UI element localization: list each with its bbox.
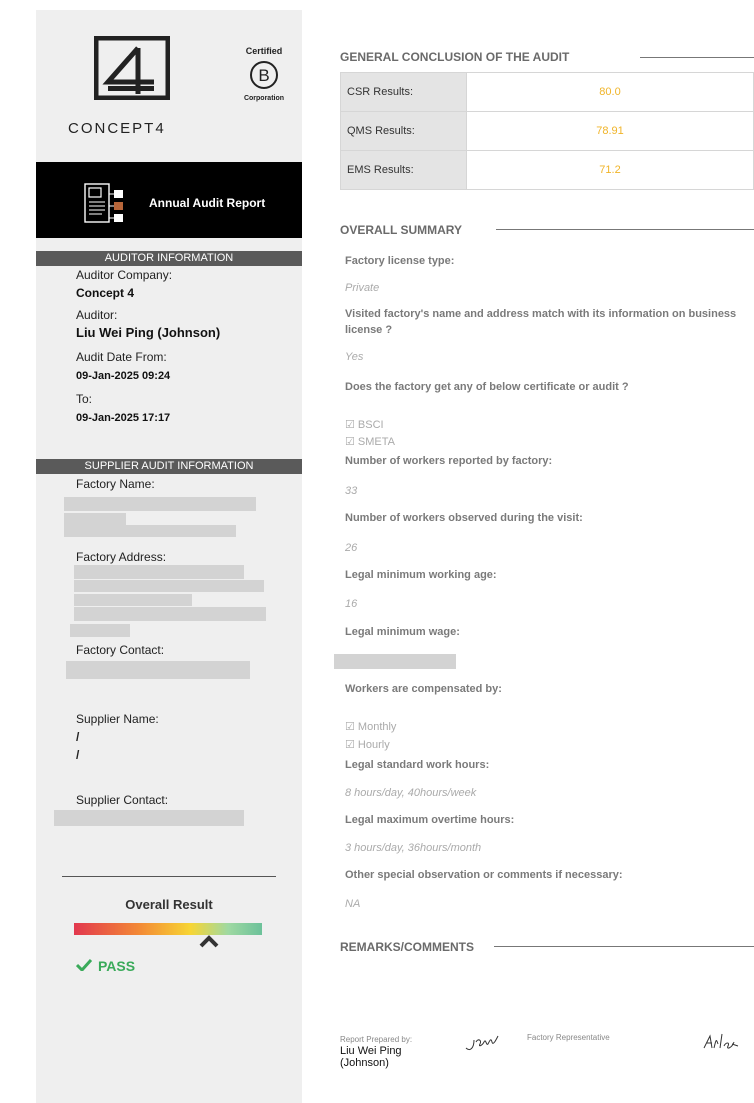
overall-result-pass: PASS (76, 958, 135, 974)
certificate-smeta: ☑ SMETA (345, 436, 395, 448)
answer-std-hours: 8 hours/day, 40hours/week (345, 787, 477, 799)
factory-name-label: Factory Name: (76, 477, 155, 491)
compensation-hourly: ☑ Hourly (345, 739, 390, 751)
answer-license-type: Private (345, 282, 380, 294)
redacted-factory-contact (66, 661, 250, 679)
question-min-age: Legal minimum working age: (345, 569, 497, 581)
report-document-icon (84, 183, 123, 223)
factory-address-label: Factory Address: (76, 550, 167, 564)
qms-results-value: 78.91 (466, 111, 754, 151)
bcorp-badge: Certified B Corporation (234, 46, 294, 102)
auditor-label: Auditor: (76, 308, 118, 322)
audit-date-to-label: To: (76, 392, 93, 406)
report-title: Annual Audit Report (149, 196, 266, 210)
question-workers-observed: Number of workers observed during the vi… (345, 512, 583, 524)
redacted-factory-address (74, 607, 266, 621)
ems-results-value: 71.2 (466, 150, 754, 190)
question-compensated-by: Workers are compensated by: (345, 683, 502, 695)
pass-text: PASS (98, 958, 136, 974)
sidebar-divider (62, 876, 276, 877)
redacted-factory-address (74, 580, 264, 592)
compensation-monthly: ☑ Monthly (345, 721, 397, 733)
auditor-signature-icon (465, 1035, 499, 1051)
auditor-value: Liu Wei Ping (Johnson) (76, 325, 221, 340)
question-max-overtime: Legal maximum overtime hours: (345, 814, 515, 826)
question-min-wage: Legal minimum wage: (345, 626, 460, 638)
heading-rule (494, 946, 754, 947)
supplier-name-label: Supplier Name: (76, 712, 159, 726)
prepared-by-name-line: (Johnson) (340, 1057, 389, 1069)
supplier-info-heading: SUPPLIER AUDIT INFORMATION (36, 459, 302, 474)
check-icon (76, 959, 92, 971)
bcorp-letter: B (258, 66, 269, 85)
answer-workers-reported: 33 (345, 485, 358, 497)
table-row: CSR Results: 80.0 (340, 72, 754, 112)
results-table: CSR Results: 80.0 QMS Results: 78.91 EMS… (340, 72, 754, 190)
auditor-company-value: Concept 4 (76, 286, 135, 300)
table-row: QMS Results: 78.91 (340, 111, 754, 151)
answer-name-address-match: Yes (345, 351, 364, 363)
csr-results-label: CSR Results: (340, 72, 467, 112)
redacted-factory-name (64, 497, 256, 511)
sidebar: CONCEPT4 Certified B Corporation Annual … (36, 10, 302, 1103)
redacted-factory-name (64, 525, 236, 537)
bcorp-corporation-text: Corporation (243, 95, 285, 102)
main-content: GENERAL CONCLUSION OF THE AUDIT CSR Resu… (334, 0, 754, 1103)
question-name-address-match: Visited factory's name and address match… (345, 308, 737, 336)
answer-other-observation: NA (345, 898, 361, 910)
audit-date-from-label: Audit Date From: (76, 350, 167, 364)
answer-min-age: 16 (345, 598, 358, 610)
question-std-hours: Legal standard work hours: (345, 759, 490, 771)
table-row: EMS Results: 71.2 (340, 150, 754, 190)
ems-results-label: EMS Results: (340, 150, 467, 190)
bcorp-certified-text: Certified (245, 46, 283, 56)
supplier-name-value: / (76, 748, 80, 762)
remarks-heading: REMARKS/COMMENTS (340, 940, 474, 954)
certificate-bsci: ☑ BSCI (345, 419, 384, 431)
question-other-observation: Other special observation or comments if… (345, 869, 623, 881)
overall-result-label: Overall Result (125, 897, 213, 912)
heading-rule (640, 57, 754, 58)
redacted-factory-address (74, 594, 192, 606)
concept4-logo-icon (94, 36, 170, 100)
redacted-factory-address (70, 624, 130, 637)
answer-workers-observed: 26 (345, 542, 358, 554)
supplier-contact-label: Supplier Contact: (76, 793, 169, 807)
auditor-info-heading: AUDITOR INFORMATION (36, 251, 302, 266)
gauge-marker-icon (199, 935, 219, 948)
answer-max-overtime: 3 hours/day, 36hours/month (345, 842, 482, 854)
audit-date-from-value: 09-Jan-2025 09:24 (76, 370, 171, 382)
report-banner: Annual Audit Report (36, 162, 302, 238)
summary-heading: OVERALL SUMMARY (340, 223, 463, 237)
question-certificate: Does the factory get any of below certif… (345, 381, 629, 393)
redacted-factory-address (74, 565, 244, 579)
prepared-by-name: Liu Wei Ping (Johnson) (340, 1045, 402, 1069)
question-license-type: Factory license type: (345, 255, 455, 267)
bcorp-b-icon: B (250, 61, 278, 89)
factory-signature-icon (703, 1033, 739, 1049)
logo-row: CONCEPT4 Certified B Corporation (36, 10, 302, 162)
auditor-company-label: Auditor Company: (76, 268, 173, 282)
prepared-by-label: Report Prepared by: (340, 1035, 413, 1044)
overall-result-gauge (74, 923, 262, 935)
heading-rule (496, 229, 754, 230)
prepared-by-name-line: Liu Wei Ping (340, 1045, 402, 1057)
csr-results-value: 80.0 (466, 72, 754, 112)
concept4-wordmark: CONCEPT4 (68, 120, 166, 137)
redacted-min-wage (334, 654, 456, 669)
redacted-supplier-contact (54, 810, 244, 826)
audit-date-to-value: 09-Jan-2025 17:17 (76, 412, 171, 424)
factory-contact-label: Factory Contact: (76, 643, 165, 657)
factory-representative-label: Factory Representative (527, 1033, 610, 1042)
qms-results-label: QMS Results: (340, 111, 467, 151)
question-workers-reported: Number of workers reported by factory: (345, 455, 553, 467)
conclusion-heading: GENERAL CONCLUSION OF THE AUDIT (340, 50, 570, 64)
supplier-name-value: / (76, 730, 80, 744)
